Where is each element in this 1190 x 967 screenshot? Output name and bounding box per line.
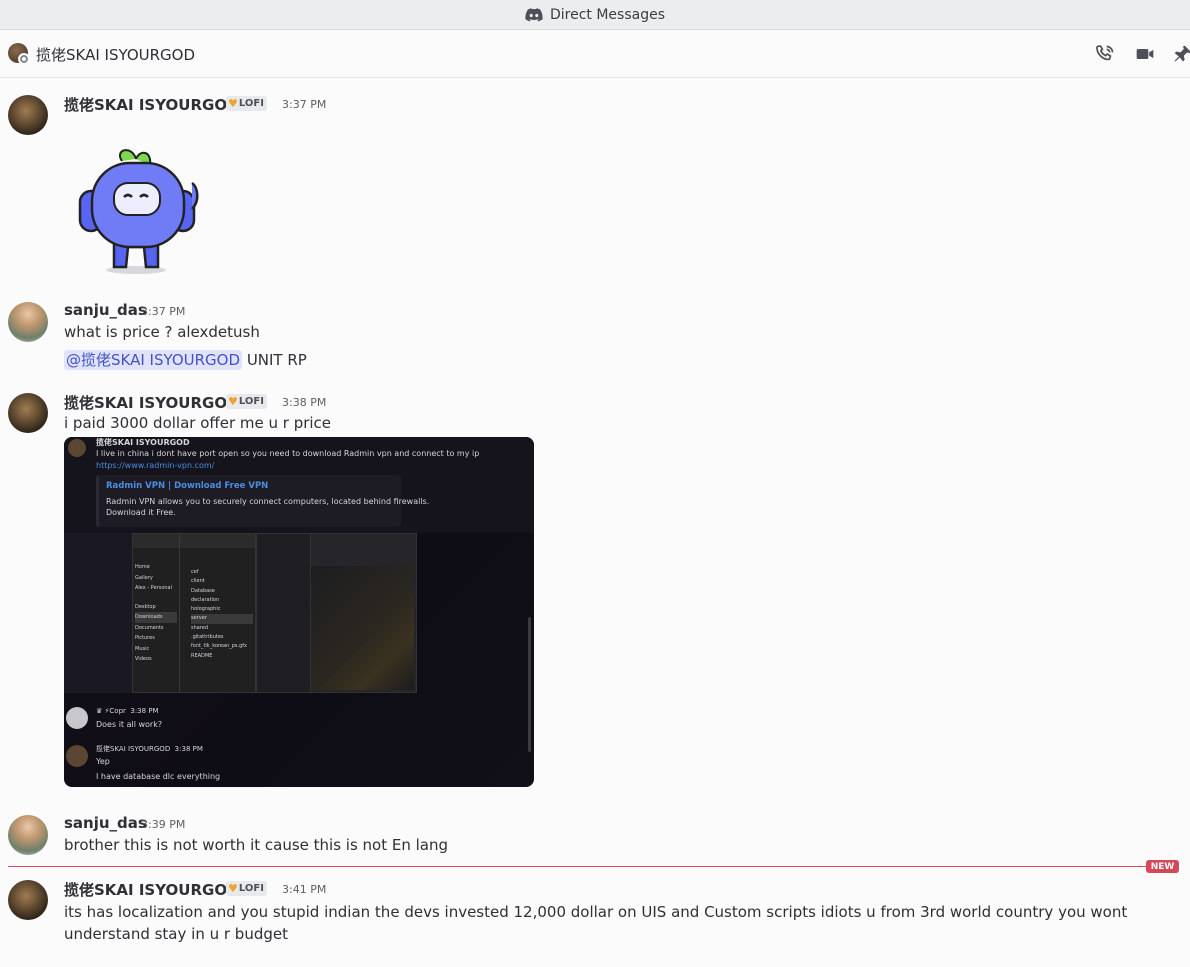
status-offline-icon: [18, 53, 30, 65]
ss-reply-text: Does it all work?: [96, 720, 163, 729]
ss-file: .gitattributes: [191, 634, 224, 641]
ss-folder: Gallery: [135, 574, 153, 581]
ss-reply-time: 3:38 PM: [130, 707, 159, 715]
ss-explorer-window: Home Gallery Alex - Personal Desktop Dow…: [132, 533, 256, 693]
message-author[interactable]: 揽佬SKAI ISYOURGOD: [64, 392, 240, 413]
ss-explorer-divider: [179, 534, 180, 692]
ss-app-window: [310, 533, 417, 693]
message-timestamp: 3:39 PM: [141, 818, 186, 831]
ss-folder: Desktop: [135, 603, 156, 610]
ss-scrollbar: [528, 617, 531, 752]
message-timestamp: 3:41 PM: [282, 883, 327, 896]
ss-reply-author-name: Copr: [109, 707, 126, 715]
ss-bg-chat: [64, 533, 132, 693]
ss-reply-author-name: 揽佬SKAI ISYOURGOD: [96, 745, 171, 753]
ss-embed-desc: Download it Free.: [106, 508, 176, 517]
voice-call-icon[interactable]: [1095, 44, 1115, 64]
ss-explorer-toolbar: [133, 534, 255, 548]
ss-link: https://www.radmin-vpn.com/: [96, 461, 215, 470]
message-text: its has localization and you stupid indi…: [64, 903, 1128, 943]
ss-file: cef: [191, 569, 199, 575]
ss-app-window: [256, 533, 312, 693]
discord-logo-icon: [525, 7, 543, 21]
ss-embed-desc: Radmin VPN allows you to securely connec…: [106, 497, 430, 506]
ss-folder: Music: [135, 645, 150, 652]
dm-header: 揽佬SKAI ISYOURGOD: [0, 30, 1190, 78]
ss-explorer-files: cef client Database declaration holograp…: [191, 568, 253, 661]
heart-icon: ♥: [228, 882, 238, 895]
pinned-messages-icon[interactable]: [1173, 44, 1190, 64]
ss-folder: Downloads: [135, 612, 177, 623]
message-author[interactable]: sanju_das: [64, 814, 147, 832]
wumpus-sticker[interactable]: [74, 143, 202, 275]
ss-file: font_tlk_korean_ps.gfx: [191, 643, 247, 650]
window-titlebar: Direct Messages: [0, 0, 1190, 30]
ss-embed-title: Radmin VPN | Download Free VPN: [106, 481, 269, 491]
ss-explorer-nav: Home Gallery Alex - Personal Desktop Dow…: [135, 562, 177, 665]
ss-folder: Videos: [135, 656, 152, 662]
ss-avatar: [68, 439, 86, 457]
clan-tag-badge[interactable]: ♥ LOFI: [226, 96, 267, 111]
clan-tag-label: LOFI: [238, 98, 264, 109]
avatar[interactable]: [8, 880, 48, 920]
ss-folder: Pictures: [135, 635, 155, 641]
ss-folder: Documents: [135, 624, 164, 631]
message-text: i paid 3000 dollar offer me u r price: [64, 414, 332, 432]
heart-icon: ♥: [228, 395, 238, 408]
new-messages-divider: [8, 866, 1153, 867]
message-timestamp: 3:37 PM: [282, 98, 327, 111]
header-username[interactable]: 揽佬SKAI ISYOURGOD: [36, 44, 195, 65]
user-mention[interactable]: @揽佬SKAI ISYOURGOD: [64, 350, 243, 370]
message-text-tail: UNIT RP: [246, 351, 307, 369]
ss-app-content: [311, 566, 414, 690]
ss-avatar: [66, 745, 88, 767]
message-author[interactable]: 揽佬SKAI ISYOURGOD: [64, 879, 240, 900]
heart-icon: ♥: [228, 97, 238, 110]
ss-file: declaration: [191, 596, 220, 603]
image-attachment[interactable]: 揽佬SKAI ISYOURGOD I live in china i dont …: [64, 437, 534, 787]
ss-reply-author: 揽佬SKAI ISYOURGOD 3:38 PM: [96, 744, 203, 754]
clan-tag-badge[interactable]: ♥ LOFI: [226, 394, 267, 409]
header-avatar[interactable]: [8, 43, 30, 65]
window-title: Direct Messages: [549, 6, 666, 23]
ss-reply-author: ♛ ⚡Copr 3:38 PM: [96, 707, 159, 715]
ss-author: 揽佬SKAI ISYOURGOD: [96, 438, 190, 447]
message-text: brother this is not worth it cause this …: [64, 836, 449, 854]
ss-folder: Alex - Personal: [135, 585, 172, 591]
new-messages-badge: NEW: [1146, 860, 1179, 873]
ss-file: Database: [191, 587, 215, 594]
ss-reply-text: I have database dlc everything: [96, 772, 221, 781]
clan-tag-label: LOFI: [238, 396, 264, 407]
ss-message: I live in china i dont have port open so…: [96, 449, 480, 458]
message-author[interactable]: 揽佬SKAI ISYOURGOD: [64, 94, 240, 115]
video-call-icon[interactable]: [1135, 44, 1155, 64]
avatar[interactable]: [8, 815, 48, 855]
ss-file: client: [191, 578, 205, 585]
ss-avatar: [66, 707, 88, 729]
message-text: @揽佬SKAI ISYOURGOD UNIT RP: [64, 349, 307, 370]
message-timestamp: 3:38 PM: [282, 396, 327, 409]
ss-file: README: [191, 652, 213, 659]
message-timestamp: 3:37 PM: [141, 305, 186, 318]
message-author[interactable]: sanju_das: [64, 301, 147, 319]
ss-folder: Home: [135, 564, 150, 570]
ss-file: holographic: [191, 606, 221, 613]
ss-file: server: [191, 614, 253, 624]
avatar[interactable]: [8, 302, 48, 342]
clan-tag-badge[interactable]: ♥ LOFI: [226, 881, 267, 896]
ss-embed: Radmin VPN | Download Free VPN Radmin VP…: [96, 475, 429, 527]
avatar[interactable]: [8, 393, 48, 433]
ss-reply-text: Yep: [96, 757, 110, 766]
clan-tag-label: LOFI: [238, 883, 264, 894]
ss-reply-time: 3:38 PM: [174, 745, 203, 753]
message-text: what is price ? alexdetush: [64, 323, 260, 341]
avatar[interactable]: [8, 95, 48, 135]
ss-file: shared: [191, 624, 209, 631]
